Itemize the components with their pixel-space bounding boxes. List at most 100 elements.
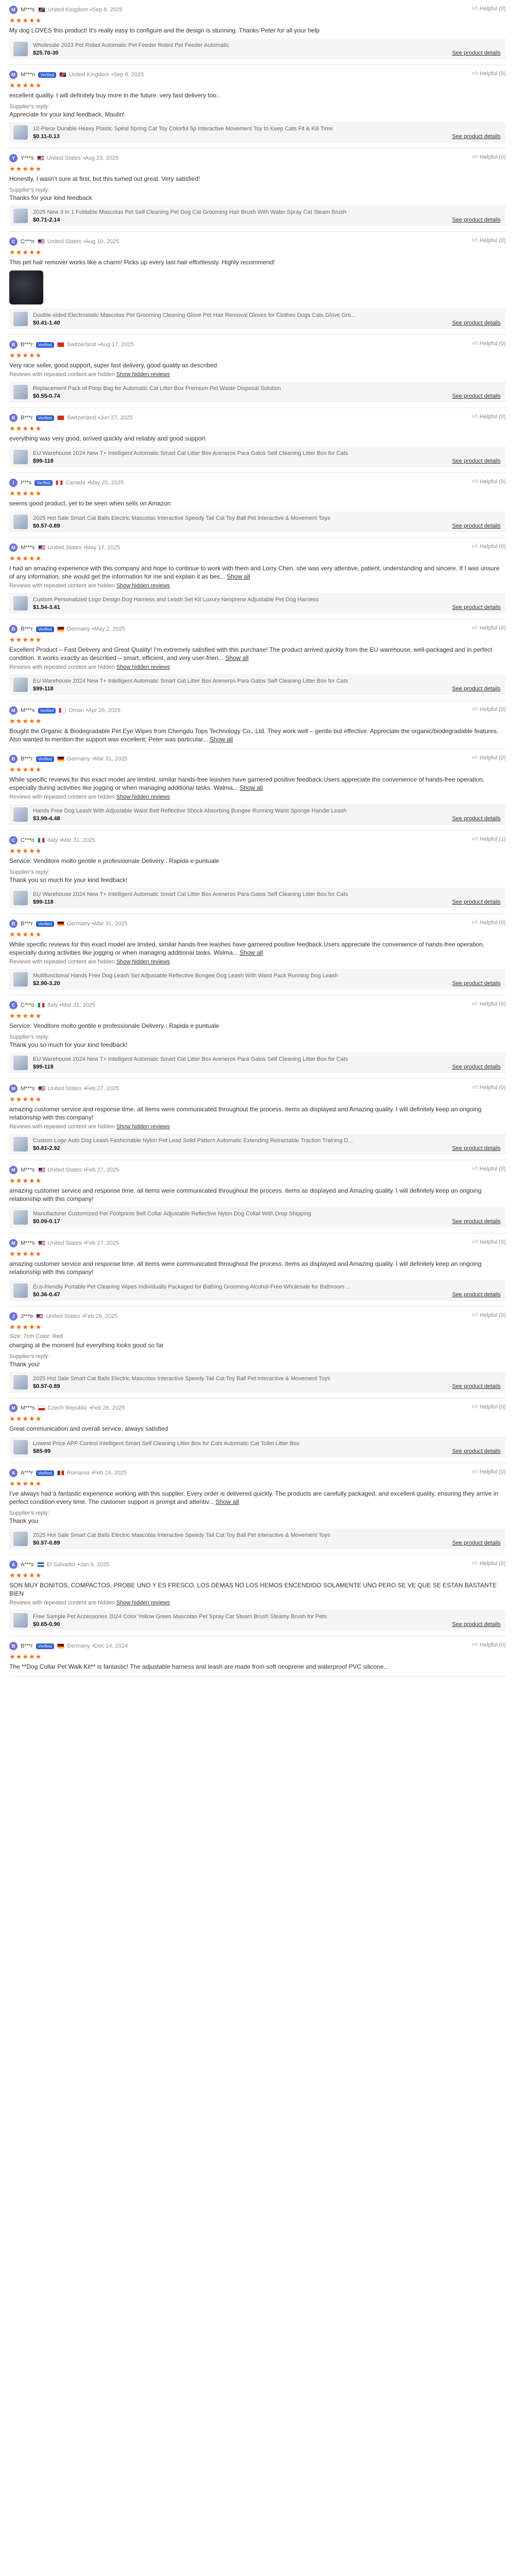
show-hidden-reviews-link[interactable]: Show hidden reviews xyxy=(116,1124,170,1130)
see-product-details-link[interactable]: See product details xyxy=(452,458,501,464)
product-card[interactable]: 2025 Hot Sale Smart Cat Balls Electric M… xyxy=(9,1372,506,1393)
helpful-button[interactable]: 👍︎ Helpful (0) xyxy=(472,413,506,420)
show-all-link[interactable]: Show all xyxy=(225,654,248,662)
see-product-details-link[interactable]: See product details xyxy=(452,1621,501,1628)
product-title[interactable]: EU Warehouse 2024 New T+ Intelligent Aut… xyxy=(33,450,445,456)
helpful-button[interactable]: 👍︎ Helpful (0) xyxy=(472,70,506,77)
product-title[interactable]: Wholesale 2023 Pet Robot Automatic Pet F… xyxy=(33,42,445,48)
product-title[interactable]: Lowest Price APP Control Intelligent Sma… xyxy=(33,1440,445,1447)
show-all-link[interactable]: Show all xyxy=(215,1498,238,1505)
product-title[interactable]: Free Sample Pet Accessories 2024 Color Y… xyxy=(33,1614,445,1620)
product-thumbnail[interactable] xyxy=(13,385,28,399)
product-card[interactable]: Manufacturer Customized Pet Footprints B… xyxy=(9,1207,506,1228)
product-card[interactable]: EU Warehouse 2024 New T+ Intelligent Aut… xyxy=(9,674,506,695)
product-title[interactable]: Manufacturer Customized Pet Footprints B… xyxy=(33,1211,445,1217)
product-thumbnail[interactable] xyxy=(13,1210,28,1225)
see-product-details-link[interactable]: See product details xyxy=(452,1145,501,1151)
product-thumbnail[interactable] xyxy=(13,312,28,326)
product-thumbnail[interactable] xyxy=(13,125,28,140)
product-card[interactable]: EU Warehouse 2024 New T+ Intelligent Aut… xyxy=(9,888,506,908)
see-product-details-link[interactable]: See product details xyxy=(452,1292,501,1298)
helpful-button[interactable]: 👍︎ Helpful (0) xyxy=(472,543,506,550)
see-product-details-link[interactable]: See product details xyxy=(452,686,501,692)
show-all-link[interactable]: Show all xyxy=(239,949,263,956)
product-title[interactable]: 2025 Hot Sale Smart Cat Balls Electric M… xyxy=(33,1532,445,1538)
see-product-details-link[interactable]: See product details xyxy=(452,1540,501,1546)
show-all-link[interactable]: Show all xyxy=(239,784,263,791)
see-product-details-link[interactable]: See product details xyxy=(452,320,501,326)
see-product-details-link[interactable]: See product details xyxy=(452,816,501,822)
product-thumbnail[interactable] xyxy=(13,1440,28,1454)
product-title[interactable]: Custom Logo Auto Dog Leash Fashionable N… xyxy=(33,1138,445,1144)
product-title[interactable]: 2025 Hot Sale Smart Cat Balls Electric M… xyxy=(33,515,445,521)
product-card[interactable]: Double-sided Electrostatic Mascotas Pet … xyxy=(9,309,506,329)
product-card[interactable]: EU Warehouse 2024 New T+ Intelligent Aut… xyxy=(9,1053,506,1073)
helpful-button[interactable]: 👍︎ Helpful (1) xyxy=(472,836,506,843)
product-title[interactable]: 2025 Hot Sale Smart Cat Balls Electric M… xyxy=(33,1376,445,1382)
product-thumbnail[interactable] xyxy=(13,1613,28,1628)
product-title[interactable]: 2025 New 3 In 1 Foldable Mascotas Pet Se… xyxy=(33,209,445,215)
product-card[interactable]: Replacement Pack of Poop Bag for Automat… xyxy=(9,382,506,402)
see-product-details-link[interactable]: See product details xyxy=(452,1383,501,1389)
show-hidden-reviews-link[interactable]: Show hidden reviews xyxy=(116,371,170,378)
helpful-button[interactable]: 👍︎ Helpful (0) xyxy=(472,154,506,161)
review-photo[interactable] xyxy=(9,270,43,304)
helpful-button[interactable]: 👍︎ Helpful (0) xyxy=(472,478,506,485)
show-hidden-reviews-link[interactable]: Show hidden reviews xyxy=(116,583,170,589)
product-thumbnail[interactable] xyxy=(13,972,28,987)
show-hidden-reviews-link[interactable]: Show hidden reviews xyxy=(116,1600,170,1606)
product-title[interactable]: Eco-friendly Portable Pet Cleaning Wipes… xyxy=(33,1284,445,1290)
see-product-details-link[interactable]: See product details xyxy=(452,1064,501,1070)
helpful-button[interactable]: 👍︎ Helpful (0) xyxy=(472,237,506,244)
see-product-details-link[interactable]: See product details xyxy=(452,523,501,529)
helpful-button[interactable]: 👍︎ Helpful (0) xyxy=(472,1001,506,1008)
product-card[interactable]: EU Warehouse 2024 New T+ Intelligent Aut… xyxy=(9,447,506,467)
helpful-button[interactable]: 👍︎ Helpful (0) xyxy=(472,706,506,713)
product-thumbnail[interactable] xyxy=(13,807,28,822)
product-title[interactable]: EU Warehouse 2024 New T+ Intelligent Aut… xyxy=(33,678,445,684)
helpful-button[interactable]: 👍︎ Helpful (0) xyxy=(472,1165,506,1173)
helpful-button[interactable]: 👍︎ Helpful (0) xyxy=(472,1239,506,1246)
product-thumbnail[interactable] xyxy=(13,677,28,692)
product-card[interactable]: 2025 New 3 In 1 Foldable Mascotas Pet Se… xyxy=(9,206,506,226)
show-all-link[interactable]: Show all xyxy=(227,573,250,580)
see-product-details-link[interactable]: See product details xyxy=(452,1448,501,1454)
see-product-details-link[interactable]: See product details xyxy=(452,393,501,399)
show-hidden-reviews-link[interactable]: Show hidden reviews xyxy=(116,664,170,670)
helpful-button[interactable]: 👍︎ Helpful (0) xyxy=(472,1084,506,1091)
product-card[interactable]: Multifunctional Hands Free Dog Leash Set… xyxy=(9,969,506,990)
product-card[interactable]: Lowest Price APP Control Intelligent Sma… xyxy=(9,1437,506,1458)
product-card[interactable]: Custom Logo Auto Dog Leash Fashionable N… xyxy=(9,1134,506,1155)
product-title[interactable]: Replacement Pack of Poop Bag for Automat… xyxy=(33,385,445,392)
product-card[interactable]: Free Sample Pet Accessories 2024 Color Y… xyxy=(9,1610,506,1631)
product-card[interactable]: Custom Personalized Logo Design Dog Harn… xyxy=(9,593,506,614)
see-product-details-link[interactable]: See product details xyxy=(452,604,501,611)
show-all-link[interactable]: Show all xyxy=(210,736,233,743)
product-title[interactable]: Double-sided Electrostatic Mascotas Pet … xyxy=(33,312,445,318)
product-thumbnail[interactable] xyxy=(13,515,28,529)
product-card[interactable]: 12-Piece Durable Heavy Plastic Spiral Sp… xyxy=(9,122,506,143)
product-card[interactable]: 2025 Hot Sale Smart Cat Balls Electric M… xyxy=(9,1529,506,1549)
see-product-details-link[interactable]: See product details xyxy=(452,217,501,223)
product-title[interactable]: Hands Free Dog Leash With Adjustable Wai… xyxy=(33,808,445,814)
see-product-details-link[interactable]: See product details xyxy=(452,133,501,140)
product-thumbnail[interactable] xyxy=(13,1532,28,1546)
show-hidden-reviews-link[interactable]: Show hidden reviews xyxy=(116,959,170,965)
see-product-details-link[interactable]: See product details xyxy=(452,50,501,56)
helpful-button[interactable]: 👍︎ Helpful (0) xyxy=(472,754,506,761)
product-title[interactable]: EU Warehouse 2024 New T+ Intelligent Aut… xyxy=(33,1056,445,1062)
helpful-button[interactable]: 👍︎ Helpful (0) xyxy=(472,919,506,926)
helpful-button[interactable]: 👍︎ Helpful (0) xyxy=(472,1403,506,1411)
product-thumbnail[interactable] xyxy=(13,450,28,464)
helpful-button[interactable]: 👍︎ Helpful (0) xyxy=(472,1312,506,1319)
product-thumbnail[interactable] xyxy=(13,209,28,223)
see-product-details-link[interactable]: See product details xyxy=(452,1218,501,1225)
product-thumbnail[interactable] xyxy=(13,1375,28,1389)
helpful-button[interactable]: 👍︎ Helpful (0) xyxy=(472,5,506,12)
show-hidden-reviews-link[interactable]: Show hidden reviews xyxy=(116,794,170,800)
helpful-button[interactable]: 👍︎ Helpful (0) xyxy=(472,340,506,347)
product-thumbnail[interactable] xyxy=(13,1137,28,1151)
product-thumbnail[interactable] xyxy=(13,596,28,611)
see-product-details-link[interactable]: See product details xyxy=(452,980,501,987)
product-card[interactable]: Hands Free Dog Leash With Adjustable Wai… xyxy=(9,804,506,825)
